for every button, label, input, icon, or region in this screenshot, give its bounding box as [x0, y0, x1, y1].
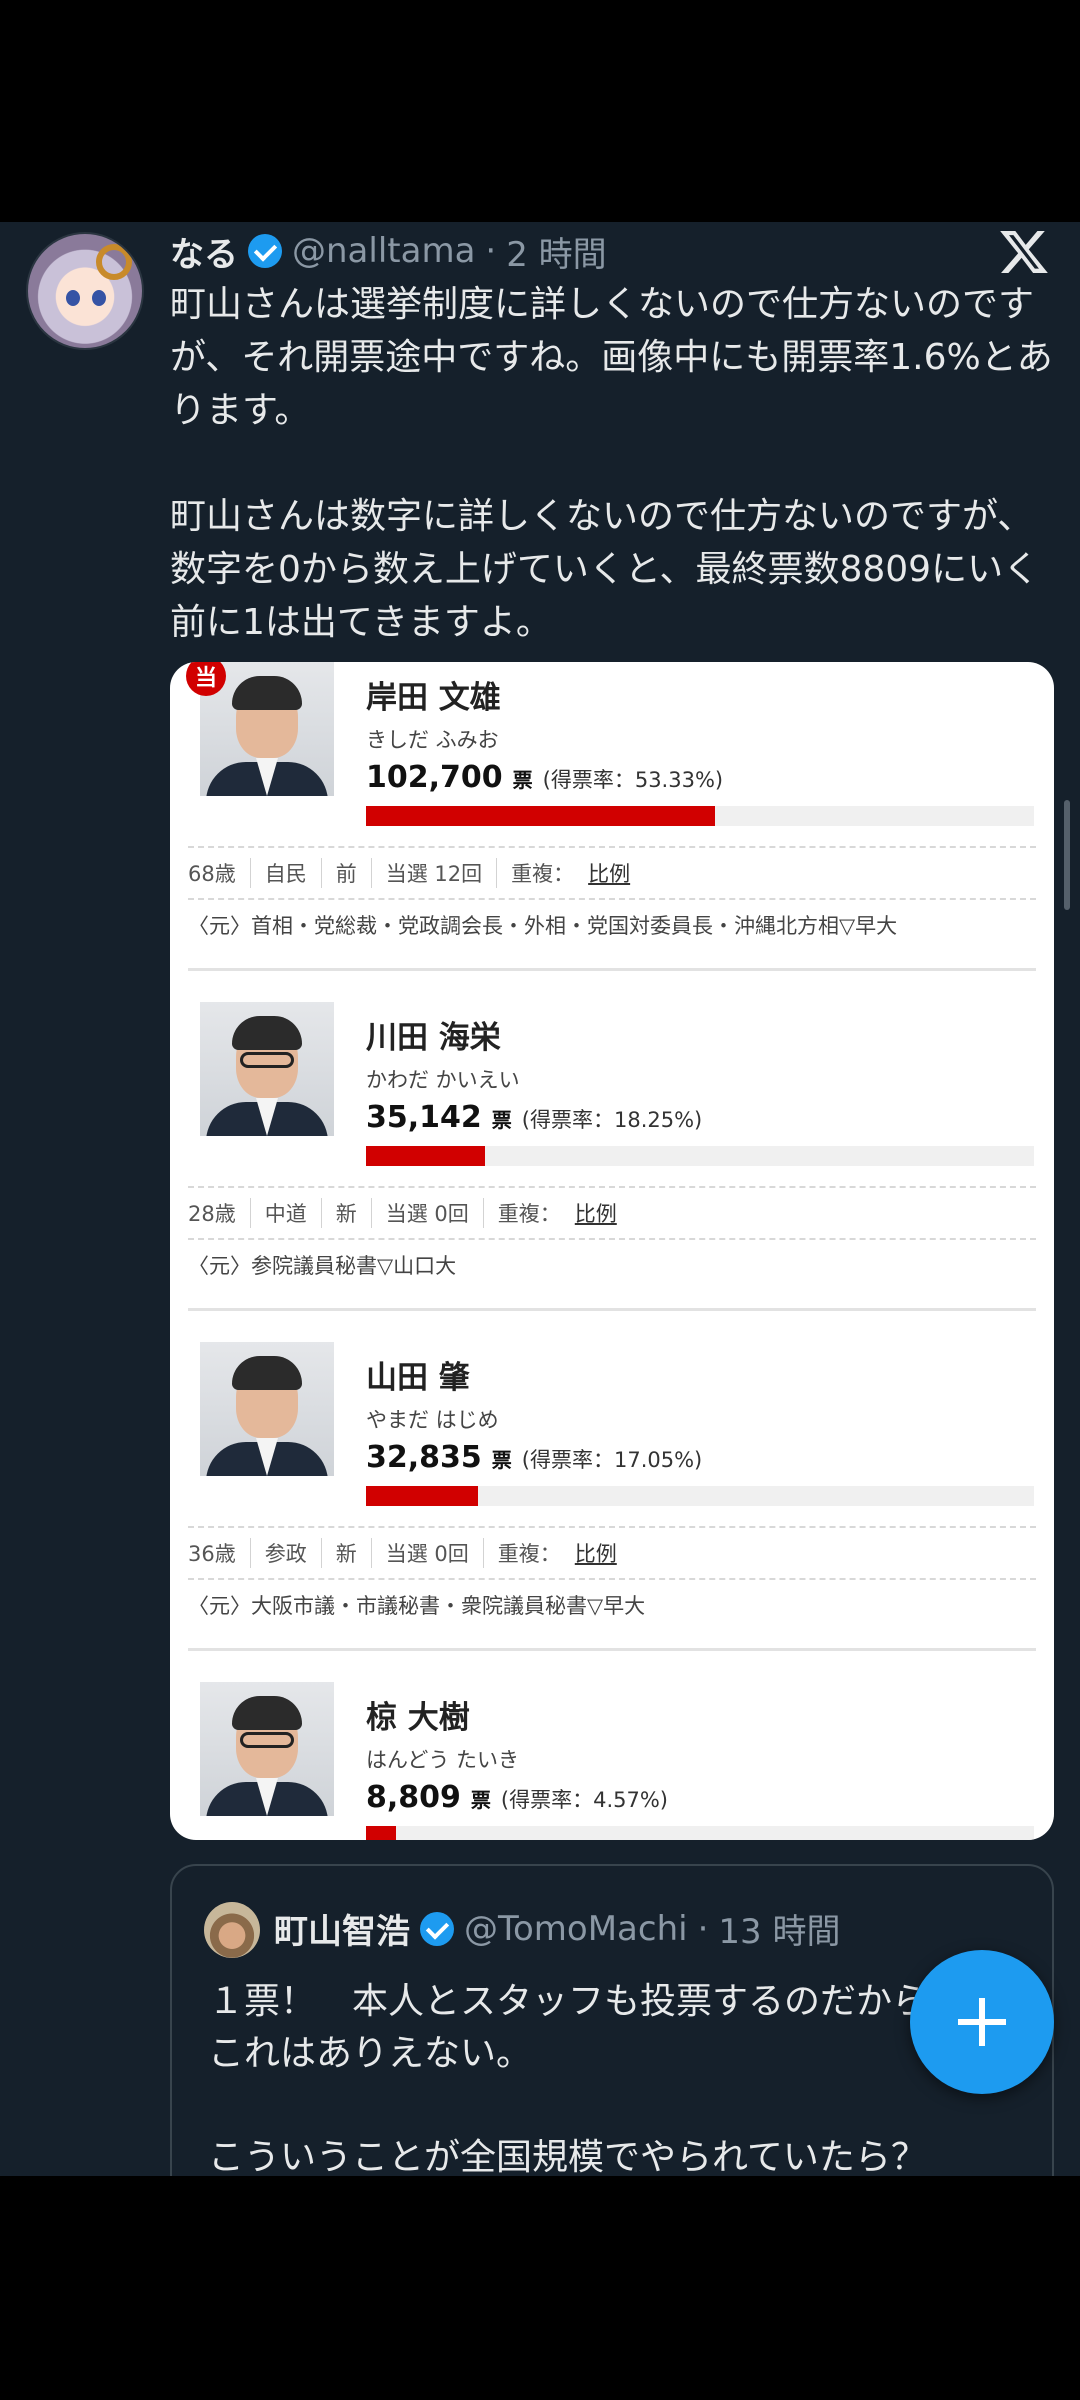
vote-share-fill — [366, 1486, 478, 1506]
candidate-wins: 当選 12回 — [370, 858, 496, 888]
candidate-name: 岸田 文雄 — [366, 680, 501, 716]
author-name[interactable]: なる — [170, 227, 238, 276]
candidate-photo — [200, 1682, 334, 1816]
candidate-career: 〈元〉首相・党総裁・党政調会長・外相・党国対委員長・沖縄北方相▽早大 — [188, 914, 898, 938]
author-handle[interactable]: @nalltama — [292, 231, 475, 271]
candidate-career: 〈元〉参院議員秘書▽山口大 — [188, 1254, 457, 1278]
candidate-votes: 32,835 票 (得票率：17.05%) — [366, 1440, 702, 1475]
candidate-meta: 28歳 中道 新 当選 0回 重複： 比例 — [188, 1198, 631, 1228]
candidate-dup: 重複： 比例 — [496, 858, 644, 888]
candidate-kana: きしだ ふみお — [366, 728, 499, 752]
vote-share-bar — [366, 1826, 1034, 1840]
author-avatar[interactable] — [26, 232, 144, 350]
tweet-media-image[interactable]: 当 岸田 文雄 きしだ ふみお 102,700 票 (得票率：53.33%) 6… — [170, 662, 1054, 1840]
candidate-dup: 重複： 比例 — [482, 1198, 631, 1228]
vote-unit: 票 — [512, 768, 533, 792]
candidate-kana: かわだ かいえい — [366, 1068, 520, 1092]
candidate-name: 山田 肇 — [366, 1360, 470, 1396]
timeline[interactable]: なる @nalltama · 2 時間 町山さんは選挙制度に詳しくないので仕方な… — [0, 222, 1080, 2176]
vote-share-fill — [366, 1826, 396, 1840]
x-logo-icon — [1000, 230, 1048, 274]
candidate-name: 椋 大樹 — [366, 1700, 470, 1736]
quoted-tweet-header: 町山智浩 @TomoMachi · 13 時間 — [274, 1904, 840, 1953]
verified-badge-icon — [420, 1911, 454, 1946]
candidate-photo — [200, 1002, 334, 1136]
quoted-author-avatar[interactable] — [204, 1902, 260, 1958]
candidate-status: 新 — [320, 1538, 371, 1568]
vote-share-bar — [366, 1486, 1034, 1506]
vote-count: 35,142 — [366, 1100, 482, 1135]
quoted-tweet-timestamp[interactable]: 13 時間 — [718, 1904, 840, 1953]
candidate-votes: 35,142 票 (得票率：18.25%) — [366, 1100, 702, 1135]
vote-share-bar — [366, 806, 1034, 826]
candidate-party: 自民 — [249, 858, 321, 888]
candidate-dup: 重複： 比例 — [482, 1538, 631, 1568]
candidate-wins: 当選 0回 — [370, 1538, 483, 1568]
candidate-name: 川田 海栄 — [366, 1020, 501, 1056]
candidate-meta: 68歳 自民 前 当選 12回 重複： 比例 — [188, 858, 644, 888]
candidate-meta: 36歳 参政 新 当選 0回 重複： 比例 — [188, 1538, 631, 1568]
candidate-career: 〈元〉大阪市議・市議秘書・衆院議員秘書▽早大 — [188, 1594, 646, 1618]
quoted-author-name[interactable]: 町山智浩 — [274, 1904, 410, 1953]
proportional-link[interactable]: 比例 — [588, 862, 630, 886]
separator-dot: · — [697, 1908, 709, 1949]
vote-share-fill — [366, 806, 716, 826]
vote-unit: 票 — [491, 1108, 512, 1132]
candidate-votes: 8,809 票 (得票率：4.57%) — [366, 1780, 668, 1815]
proportional-link[interactable]: 比例 — [575, 1202, 617, 1226]
separator-dot: · — [485, 231, 497, 271]
scrollbar[interactable] — [1064, 800, 1070, 910]
candidate-status: 前 — [320, 858, 371, 888]
candidate-kana: やまだ はじめ — [366, 1408, 499, 1432]
tweet-header: なる @nalltama · 2 時間 — [170, 226, 607, 276]
candidate-party: 参政 — [249, 1538, 321, 1568]
tweet-timestamp[interactable]: 2 時間 — [506, 227, 606, 276]
candidate-status: 新 — [320, 1198, 371, 1228]
vote-count: 102,700 — [366, 760, 503, 795]
candidate-votes: 102,700 票 (得票率：53.33%) — [366, 760, 723, 795]
status-bar-area — [0, 0, 1080, 222]
vote-share-bar — [366, 1146, 1034, 1166]
hair-ornament — [96, 244, 132, 280]
vote-unit: 票 — [470, 1788, 491, 1812]
tweet-text: 町山さんは選挙制度に詳しくないので仕方ないのですが、それ開票途中ですね。画像中に… — [170, 284, 1053, 643]
candidate-photo — [200, 1342, 334, 1476]
vote-rate: (得票率：53.33%) — [542, 768, 724, 792]
candidate-age: 28歳 — [188, 1202, 236, 1226]
navigation-bar-area — [0, 2176, 1080, 2400]
candidate-kana: はんどう たいき — [366, 1748, 520, 1772]
candidate-age: 36歳 — [188, 1542, 236, 1566]
quoted-tweet-text: １票！ 本人とスタッフも投票するのだから これはありえない。 こういうことが全国… — [208, 1981, 929, 2176]
vote-unit: 票 — [491, 1448, 512, 1472]
vote-rate: (得票率：17.05%) — [521, 1448, 703, 1472]
quoted-author-handle[interactable]: @TomoMachi — [464, 1909, 688, 1949]
vote-count: 32,835 — [366, 1440, 482, 1475]
compose-button[interactable] — [910, 1950, 1054, 2094]
verified-badge-icon — [248, 234, 282, 268]
candidate-age: 68歳 — [188, 862, 236, 886]
candidate-wins: 当選 0回 — [370, 1198, 483, 1228]
vote-count: 8,809 — [366, 1780, 461, 1815]
vote-rate: (得票率：4.57%) — [500, 1788, 669, 1812]
vote-share-fill — [366, 1146, 486, 1166]
proportional-link[interactable]: 比例 — [575, 1542, 617, 1566]
candidate-party: 中道 — [249, 1198, 321, 1228]
vote-rate: (得票率：18.25%) — [521, 1108, 703, 1132]
